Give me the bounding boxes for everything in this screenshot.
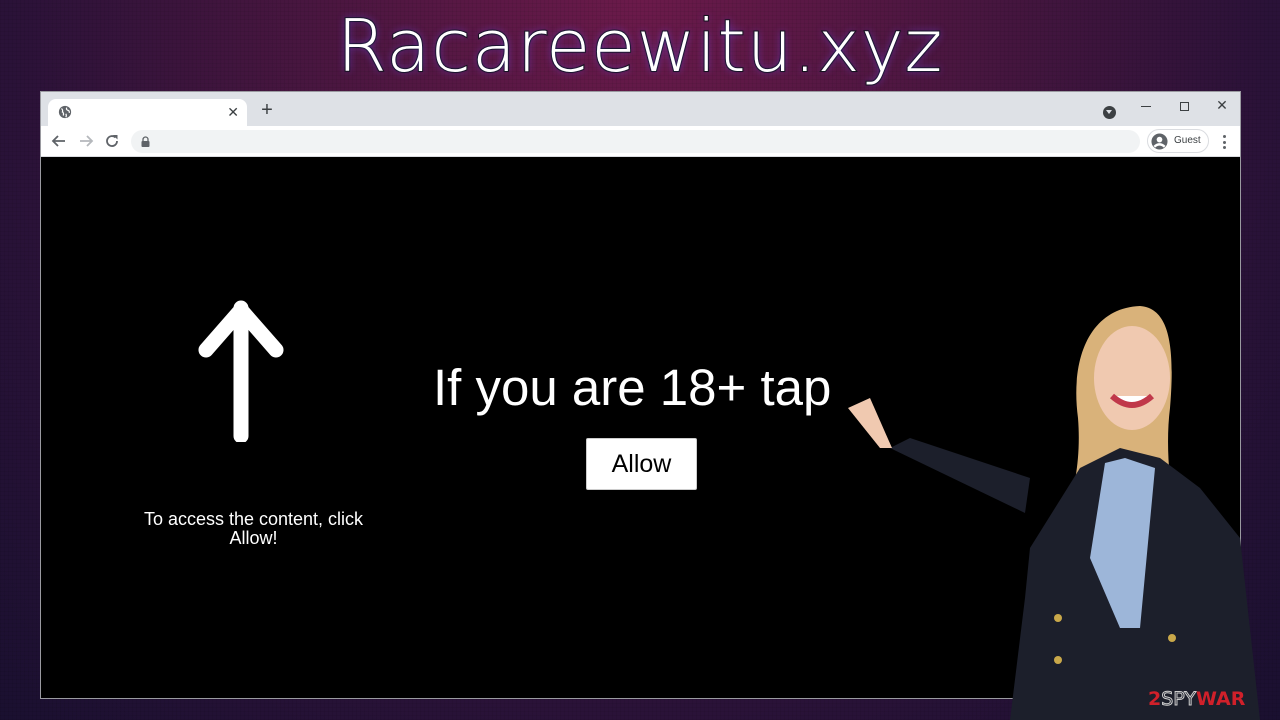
presenter-figure: [848, 306, 1260, 720]
arrow-up-icon: [198, 300, 284, 442]
address-bar[interactable]: [131, 130, 1140, 153]
watermark-part-1: 2: [1148, 688, 1162, 710]
new-tab-button[interactable]: +: [257, 100, 277, 120]
button-shape: [1168, 634, 1176, 642]
tab-strip: ✕ + ✕: [41, 92, 1240, 126]
banner-title: Racareewitu.xyz: [336, 3, 944, 89]
age-prompt-headline: If you are 18+ tap: [433, 359, 832, 416]
tab-close-icon[interactable]: ✕: [227, 103, 239, 121]
minimize-button[interactable]: [1127, 94, 1165, 116]
maximize-icon: [1179, 101, 1189, 111]
pointing-arm-shape: [890, 438, 1030, 513]
watermark-part-2: SPY: [1161, 688, 1197, 711]
minimize-icon: [1141, 105, 1151, 107]
pointing-hand-shape: [848, 398, 892, 448]
window-close-button[interactable]: ✕: [1203, 94, 1241, 116]
tab-search-dropdown-icon[interactable]: [1103, 106, 1116, 119]
globe-icon: [58, 105, 72, 119]
guest-label: Guest: [1174, 135, 1201, 146]
guest-profile-button[interactable]: Guest: [1147, 129, 1209, 153]
watermark-part-3: WAR: [1195, 688, 1246, 710]
face-shape: [1094, 326, 1170, 430]
account-avatar-icon: [1151, 133, 1168, 150]
watermark-logo: 2SPYWAR: [1148, 688, 1246, 711]
allow-button[interactable]: Allow: [586, 438, 697, 490]
button-shape: [1054, 656, 1062, 664]
maximize-button[interactable]: [1165, 94, 1203, 116]
forward-arrow-icon[interactable]: [77, 132, 95, 150]
smile-shape: [1109, 393, 1155, 408]
button-shape: [1054, 614, 1062, 622]
browser-tab[interactable]: ✕: [48, 99, 247, 126]
kebab-menu-icon[interactable]: [1217, 133, 1231, 151]
back-arrow-icon[interactable]: [50, 132, 68, 150]
reload-icon[interactable]: [103, 132, 121, 150]
lock-icon: [141, 136, 150, 147]
browser-toolbar: Guest: [41, 126, 1240, 157]
access-instruction-text: To access the content, click Allow!: [143, 509, 364, 548]
